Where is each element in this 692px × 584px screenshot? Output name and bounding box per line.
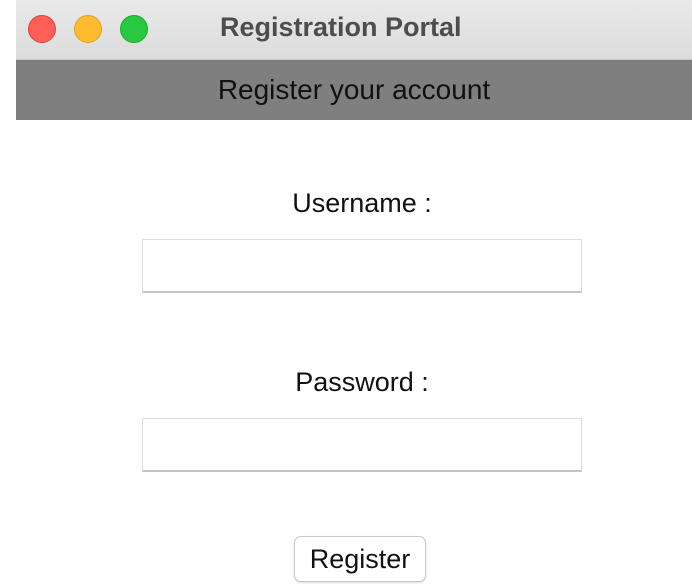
title-bar[interactable]: Registration Portal xyxy=(16,0,692,60)
header-banner: Register your account xyxy=(16,60,692,120)
maximize-icon[interactable] xyxy=(120,15,148,43)
username-input[interactable] xyxy=(142,239,582,293)
minimize-icon[interactable] xyxy=(74,15,102,43)
username-label: Username : xyxy=(292,188,432,218)
close-icon[interactable] xyxy=(28,15,56,43)
password-input[interactable] xyxy=(142,418,582,472)
window-title: Registration Portal xyxy=(220,12,462,42)
register-button[interactable]: Register xyxy=(294,536,426,582)
password-label: Password : xyxy=(295,367,429,397)
app-window: Registration Portal Register your accoun… xyxy=(0,0,692,584)
header-title: Register your account xyxy=(217,74,491,105)
